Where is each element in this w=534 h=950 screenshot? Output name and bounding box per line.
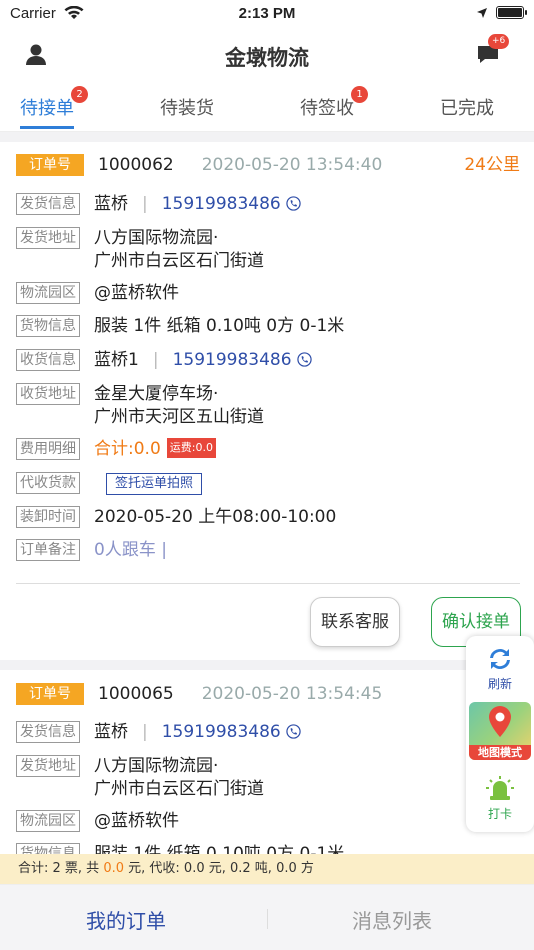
sender-address: 八方国际物流园· 广州市白云区石门街道 [94, 228, 264, 271]
sender-name: 蓝桥 [94, 722, 128, 742]
tab-badge: 2 [71, 86, 88, 103]
map-mode-label: 地图模式 [469, 745, 531, 760]
refresh-label: 刷新 [487, 677, 512, 691]
separator: | [142, 194, 148, 214]
map-pin-icon [489, 706, 511, 737]
alarm-light-icon [486, 776, 514, 800]
sender-phone[interactable]: 15919983486 [162, 721, 301, 744]
tab-completed[interactable]: 已完成 [440, 94, 494, 120]
divider [16, 583, 520, 584]
field-label: 费用明细 [16, 438, 80, 460]
separator: | [152, 350, 159, 370]
field-label: 代收货款 [16, 472, 80, 494]
section-gap [0, 660, 534, 670]
order-card: 订单号 1000062 2020-05-20 13:54:40 24公里 发货信… [0, 142, 534, 660]
field-label: 物流园区 [16, 810, 80, 832]
tab-badge: 1 [351, 86, 368, 103]
field-label: 货物信息 [16, 315, 80, 337]
field-label: 订单备注 [16, 539, 80, 561]
goods-info: 服装 1件 纸箱 0.10吨 0方 0-1米 [94, 316, 345, 336]
battery-icon [496, 6, 527, 19]
fee-total: 合计:0.0 [94, 439, 161, 459]
field-label: 发货地址 [16, 227, 80, 249]
refresh-button[interactable]: 刷新 [466, 646, 534, 692]
receiver-address: 金星大厦停车场· 广州市天河区五山街道 [94, 384, 264, 427]
tab-pending-accept[interactable]: 待接单 2 [20, 86, 88, 120]
location-icon [477, 7, 487, 18]
load-time: 2020-05-20 上午08:00-10:00 [94, 507, 337, 527]
active-tab-indicator [20, 126, 74, 129]
contact-service-button[interactable]: 联系客服 [310, 597, 400, 647]
receiver-name: 蓝桥1 [94, 350, 139, 370]
tab-label: 待接单 [20, 98, 74, 119]
section-gap [0, 132, 534, 142]
tab-pending-load[interactable]: 待装货 [160, 94, 214, 120]
order-tabs: 待接单 2 待装货 待签收 1 已完成 [0, 84, 534, 132]
message-button[interactable]: +6 [476, 34, 510, 68]
order-number-tag: 订单号 [16, 154, 84, 176]
summary-amount: 0.0 [103, 861, 125, 876]
status-bar: Carrier 2:13 PM [0, 0, 534, 28]
order-datetime: 2020-05-20 13:54:45 [201, 684, 383, 704]
summary-suffix: 元, 代收: 0.0 元, 0.2 吨, 0.0 方 [124, 861, 314, 876]
field-label: 发货信息 [16, 721, 80, 743]
logistics-park: @蓝桥软件 [94, 283, 179, 303]
tab-label: 待装货 [160, 98, 214, 119]
tab-label: 已完成 [440, 98, 494, 119]
field-label: 收货地址 [16, 383, 80, 405]
sender-name: 蓝桥 [94, 194, 128, 214]
order-card: 订单号 1000065 2020-05-20 13:54:45 发货信息 蓝桥 … [0, 670, 534, 854]
order-remark: 0人跟车 | [94, 540, 167, 560]
page-title: 金墩物流 [225, 46, 309, 70]
message-badge: +6 [488, 34, 510, 49]
phone-icon [286, 196, 301, 211]
checkin-label: 打卡 [487, 807, 512, 821]
floating-menu: 刷新 地图模式 打卡 [466, 636, 534, 832]
field-label: 收货信息 [16, 349, 80, 371]
field-label: 发货信息 [16, 193, 80, 215]
summary-bar: 合计: 2 票, 共 0.0 元, 代收: 0.0 元, 0.2 吨, 0.0 … [0, 854, 534, 884]
sender-address: 八方国际物流园· 广州市白云区石门街道 [94, 756, 264, 799]
checkin-button[interactable]: 打卡 [466, 774, 534, 822]
tab-message-list[interactable]: 消息列表 [352, 905, 432, 934]
goods-info: 服装 1件 纸箱 0.10吨 0方 0-1米 [94, 844, 345, 854]
receiver-phone[interactable]: 15919983486 [173, 349, 312, 372]
separator: | [142, 722, 148, 742]
field-label: 装卸时间 [16, 506, 80, 528]
distance: 24公里 [464, 155, 520, 175]
tab-label: 待签收 [300, 98, 354, 119]
order-number: 1000065 [98, 684, 174, 704]
divider [267, 909, 268, 929]
order-number-tag: 订单号 [16, 683, 84, 705]
freight-tag: 运费:0.0 [166, 438, 216, 458]
field-label: 物流园区 [16, 282, 80, 304]
order-datetime: 2020-05-20 13:54:40 [201, 155, 383, 175]
logistics-park: @蓝桥软件 [94, 811, 179, 831]
order-number: 1000062 [98, 155, 174, 175]
phone-icon [297, 352, 312, 367]
map-mode-button[interactable]: 地图模式 [469, 702, 531, 760]
nav-bar: 金墩物流 +6 [0, 28, 534, 84]
waybill-photo-button[interactable]: 签托运单拍照 [106, 473, 203, 495]
status-time: 2:13 PM [238, 5, 296, 22]
refresh-icon [490, 649, 510, 669]
phone-icon [286, 724, 301, 739]
sender-phone[interactable]: 15919983486 [162, 193, 301, 216]
tab-pending-sign[interactable]: 待签收 1 [300, 86, 368, 120]
field-label: 发货地址 [16, 755, 80, 777]
tab-my-orders[interactable]: 我的订单 [86, 905, 166, 934]
field-label: 货物信息 [16, 843, 80, 854]
bottom-tab-bar: 我的订单 消息列表 [0, 884, 534, 950]
summary-prefix: 合计: 2 票, 共 [18, 861, 104, 876]
